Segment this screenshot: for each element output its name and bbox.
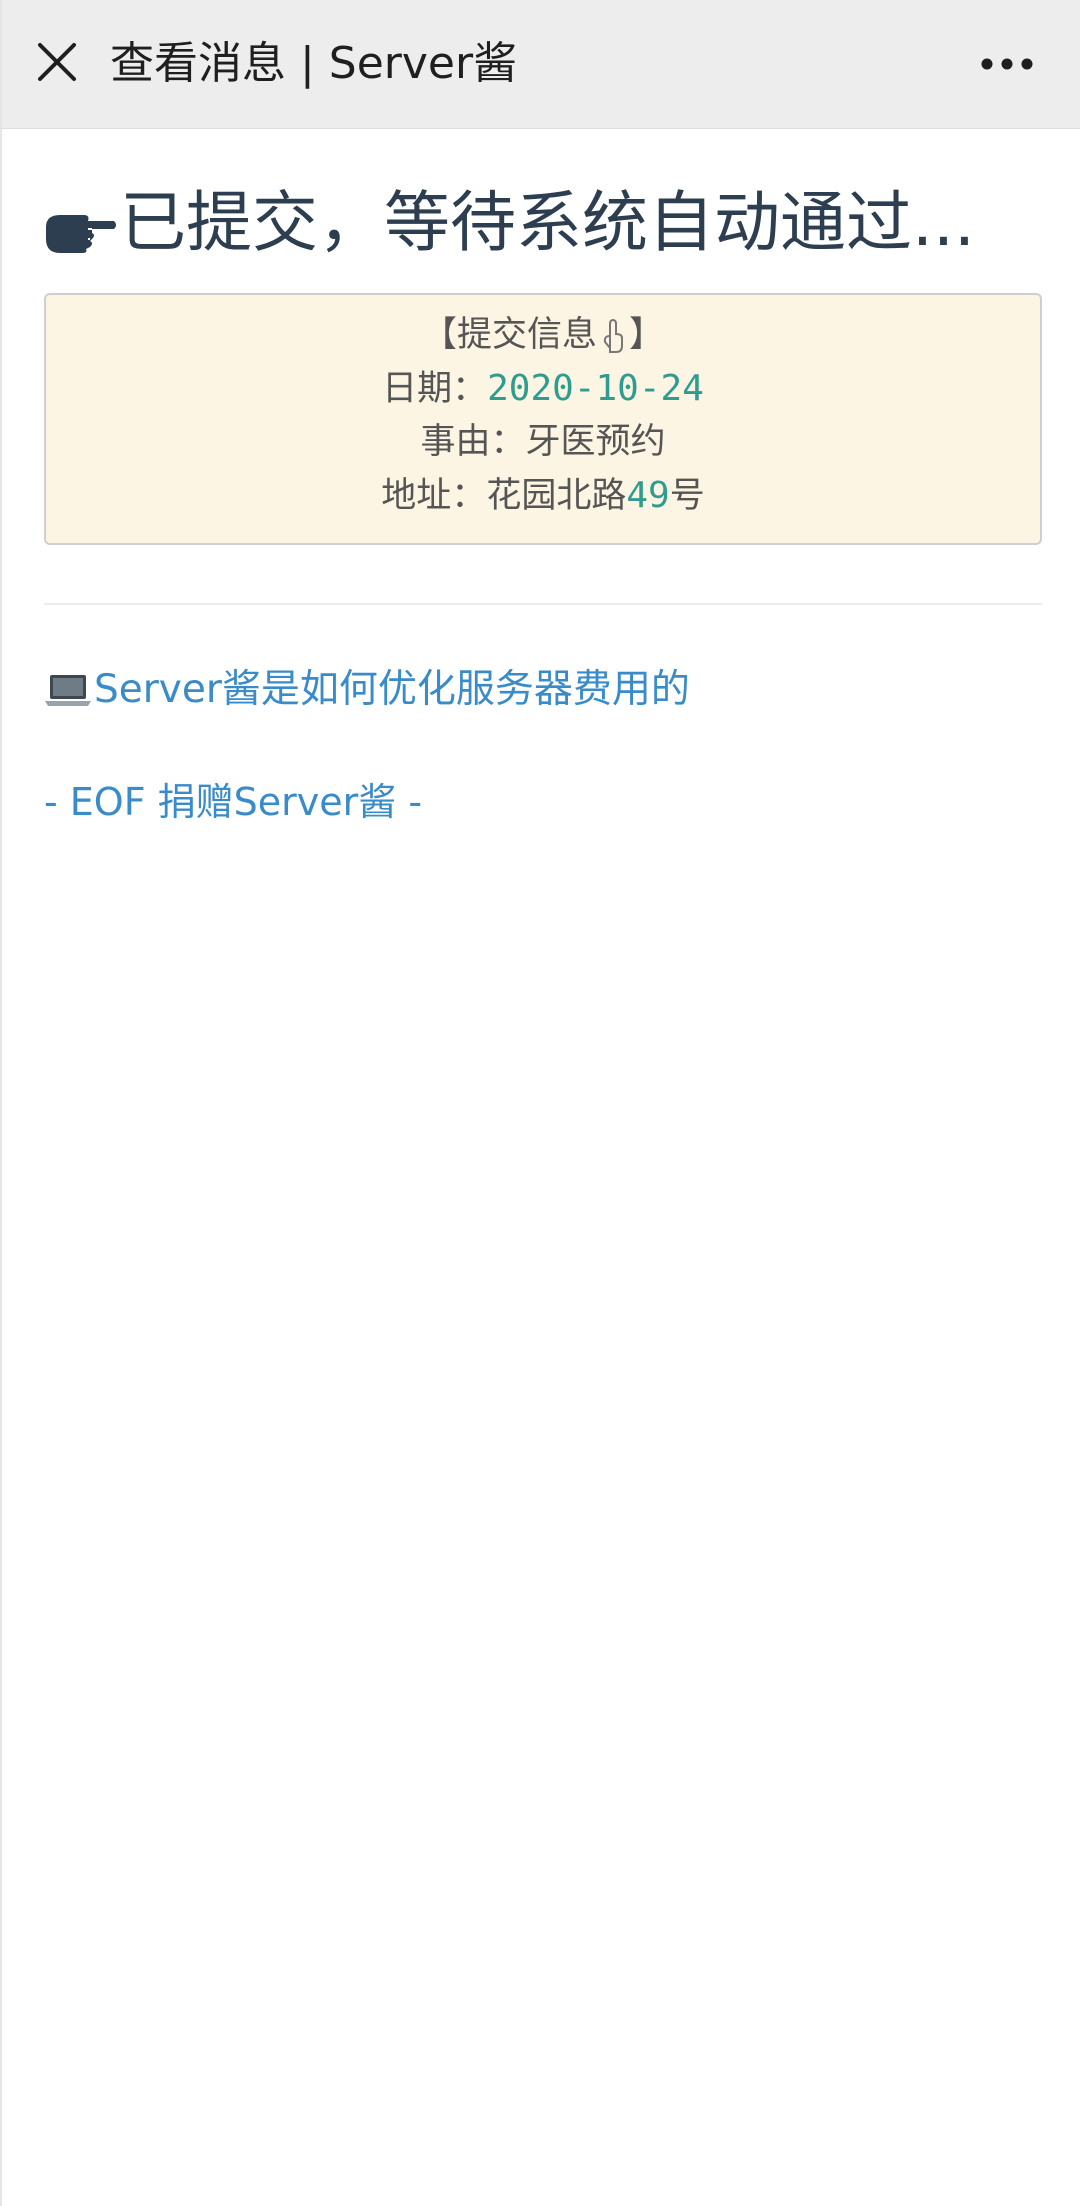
- reason-label: 事由：: [420, 422, 526, 462]
- top-bar: 查看消息 | Server酱: [2, 0, 1080, 129]
- address-label: 地址：: [381, 476, 487, 516]
- article-link[interactable]: Server酱是如何优化服务器费用的: [44, 665, 1042, 715]
- page: 查看消息 | Server酱 已提交，等待系统自动通过... 【提交信息 】 日…: [0, 0, 1080, 2206]
- divider: [44, 603, 1042, 605]
- article-link-text[interactable]: Server酱是如何优化服务器费用的: [94, 665, 690, 715]
- close-icon: [38, 43, 76, 81]
- headline-text: 已提交，等待系统自动通过...: [120, 184, 975, 261]
- pointing-finger-icon: [601, 318, 625, 354]
- submission-info-box: 【提交信息 】 日期：2020-10-24 事由：牙医预约 地址：花园北路49号: [44, 293, 1042, 545]
- message-headline: 已提交，等待系统自动通过...: [44, 181, 1042, 265]
- info-title-suffix: 】: [629, 315, 665, 355]
- date-value: 2020-10-24: [487, 368, 704, 409]
- address-value-suffix: 号: [669, 476, 705, 516]
- info-date-row: 日期：2020-10-24: [46, 362, 1040, 416]
- close-button[interactable]: [30, 35, 84, 89]
- more-button[interactable]: [972, 42, 1042, 86]
- more-icon: [981, 58, 1033, 70]
- reason-value: 牙医预约: [525, 422, 666, 462]
- eof-donate-link[interactable]: - EOF 捐赠Server酱 -: [44, 777, 1042, 827]
- info-address-row: 地址：花园北路49号: [46, 469, 1040, 523]
- address-value-number: 49: [626, 475, 670, 516]
- page-title: 查看消息 | Server酱: [110, 38, 518, 89]
- message-content: 已提交，等待系统自动通过... 【提交信息 】 日期：2020-10-24 事由…: [44, 129, 1042, 827]
- info-title-prefix: 【提交信息: [421, 315, 597, 355]
- address-value-prefix: 花园北路: [486, 476, 627, 516]
- info-reason-row: 事由：牙医预约: [46, 416, 1040, 469]
- date-label: 日期：: [382, 369, 488, 409]
- laptop-icon: [44, 673, 92, 707]
- info-title: 【提交信息 】: [46, 309, 1040, 362]
- pointing-hand-icon: [44, 205, 116, 255]
